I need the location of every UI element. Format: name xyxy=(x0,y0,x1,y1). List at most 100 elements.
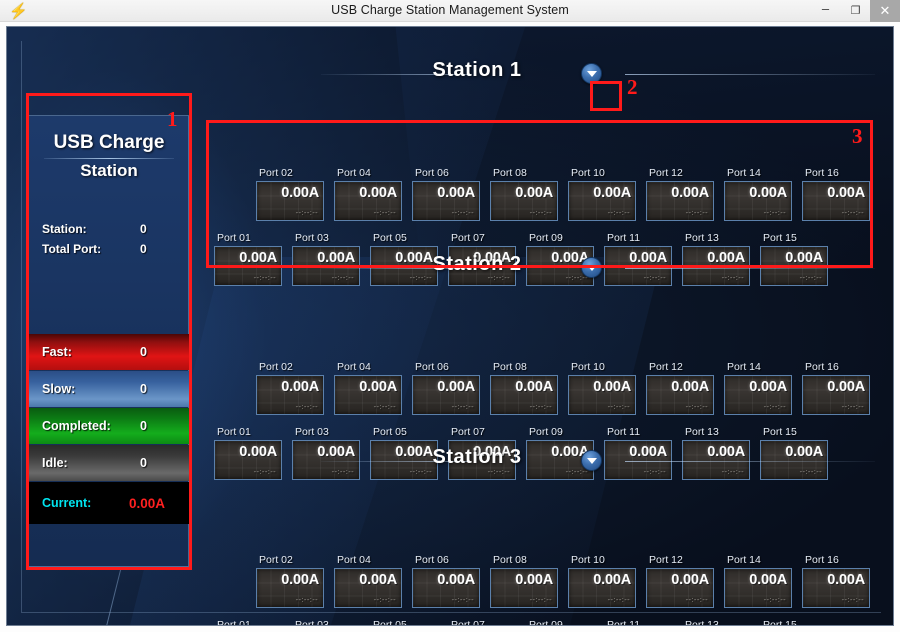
station-2-title: Station 2 xyxy=(432,253,522,275)
port-lcd-display[interactable]: 0.00A --:--:-- xyxy=(256,568,324,608)
port-lcd-display[interactable]: 0.00A --:--:-- xyxy=(412,375,480,415)
port-current-value: 0.00A xyxy=(593,572,631,588)
port-lcd-display[interactable]: 0.00A --:--:-- xyxy=(568,181,636,221)
port-label: Port 05 xyxy=(373,232,407,244)
port-label: Port 09 xyxy=(529,232,563,244)
port-label: Port 05 xyxy=(373,619,407,626)
port-current-value: 0.00A xyxy=(515,185,553,201)
port-lcd-display[interactable]: 0.00A --:--:-- xyxy=(724,568,792,608)
port-timer-value: --:--:-- xyxy=(529,402,552,411)
port-current-value: 0.00A xyxy=(671,572,709,588)
port-label: Port 15 xyxy=(763,619,797,626)
port-timer-value: --:--:-- xyxy=(451,208,474,217)
port-lcd-display[interactable]: 0.00A --:--:-- xyxy=(412,568,480,608)
status-slow-label: Slow: xyxy=(42,382,76,396)
app-canvas: USB Charge Station Station: 0 Total Port… xyxy=(6,26,894,626)
port-lcd-display[interactable]: 0.00A --:--:-- xyxy=(412,181,480,221)
port-current-value: 0.00A xyxy=(671,379,709,395)
port-timer-value: --:--:-- xyxy=(295,402,318,411)
port-current-value: 0.00A xyxy=(281,572,319,588)
station-1-title: Station 1 xyxy=(432,59,522,81)
port-current-value: 0.00A xyxy=(437,379,475,395)
port-label: Port 13 xyxy=(685,619,719,626)
port-timer-value: --:--:-- xyxy=(295,595,318,604)
port-lcd-display[interactable]: 0.00A --:--:-- xyxy=(256,181,324,221)
port-label: Port 11 xyxy=(607,232,641,244)
close-button[interactable]: ✕ xyxy=(870,0,900,22)
port-label: Port 14 xyxy=(727,361,761,373)
port-timer-value: --:--:-- xyxy=(763,208,786,217)
port-timer-value: --:--:-- xyxy=(841,402,864,411)
station-3: Station 3 Port 02 0.00A --:--:-- Port 04 0.00… xyxy=(7,446,893,625)
port-label: Port 01 xyxy=(217,232,251,244)
port-current-value: 0.00A xyxy=(749,379,787,395)
port-lcd-display[interactable]: 0.00A --:--:-- xyxy=(724,181,792,221)
port-label: Port 06 xyxy=(415,167,449,179)
port-lcd-display[interactable]: 0.00A --:--:-- xyxy=(256,375,324,415)
port-label: Port 16 xyxy=(805,554,839,566)
port-current-value: 0.00A xyxy=(437,185,475,201)
port-label: Port 08 xyxy=(493,361,527,373)
port-lcd-display[interactable]: 0.00A --:--:-- xyxy=(490,375,558,415)
station-3-chevron-down-icon[interactable] xyxy=(581,450,602,471)
station-3-header: Station 3 xyxy=(7,446,893,476)
maximize-button[interactable]: ❐ xyxy=(841,0,870,22)
port-label: Port 01 xyxy=(217,426,251,438)
station-header-rule-right xyxy=(625,268,875,269)
port-current-value: 0.00A xyxy=(827,185,865,201)
station-2-chevron-down-icon[interactable] xyxy=(581,257,602,278)
station-header-rule-right xyxy=(625,461,875,462)
status-row-fast: Fast: 0 xyxy=(29,334,189,370)
port-timer-value: --:--:-- xyxy=(607,595,630,604)
port-current-value: 0.00A xyxy=(437,572,475,588)
port-label: Port 12 xyxy=(649,361,683,373)
window-frame: USB Charge Station Station: 0 Total Port… xyxy=(0,22,900,632)
port-current-value: 0.00A xyxy=(359,572,397,588)
port-current-value: 0.00A xyxy=(359,185,397,201)
port-lcd-display[interactable]: 0.00A --:--:-- xyxy=(334,181,402,221)
port-lcd-display[interactable]: 0.00A --:--:-- xyxy=(568,375,636,415)
port-label: Port 08 xyxy=(493,554,527,566)
port-label: Port 10 xyxy=(571,554,605,566)
station-2-header: Station 2 xyxy=(7,253,893,283)
port-timer-value: --:--:-- xyxy=(295,208,318,217)
port-lcd-display[interactable]: 0.00A --:--:-- xyxy=(802,375,870,415)
port-lcd-display[interactable]: 0.00A --:--:-- xyxy=(490,181,558,221)
station-1-chevron-down-icon[interactable] xyxy=(581,63,602,84)
port-lcd-display[interactable]: 0.00A --:--:-- xyxy=(802,181,870,221)
port-lcd-display[interactable]: 0.00A --:--:-- xyxy=(334,568,402,608)
port-label: Port 02 xyxy=(259,361,293,373)
port-lcd-display[interactable]: 0.00A --:--:-- xyxy=(646,568,714,608)
port-timer-value: --:--:-- xyxy=(685,208,708,217)
port-label: Port 15 xyxy=(763,426,797,438)
port-lcd-display[interactable]: 0.00A --:--:-- xyxy=(490,568,558,608)
port-label: Port 13 xyxy=(685,426,719,438)
port-lcd-display[interactable]: 0.00A --:--:-- xyxy=(334,375,402,415)
port-timer-value: --:--:-- xyxy=(841,595,864,604)
port-label: Port 04 xyxy=(337,554,371,566)
port-label: Port 11 xyxy=(607,426,641,438)
port-timer-value: --:--:-- xyxy=(373,402,396,411)
port-label: Port 16 xyxy=(805,361,839,373)
minimize-button[interactable]: – xyxy=(811,0,840,22)
port-lcd-display[interactable]: 0.00A --:--:-- xyxy=(646,181,714,221)
port-lcd-display[interactable]: 0.00A --:--:-- xyxy=(802,568,870,608)
port-label: Port 04 xyxy=(337,167,371,179)
status-row-current: Current: 0.00A xyxy=(29,482,189,524)
port-current-value: 0.00A xyxy=(749,572,787,588)
port-current-value: 0.00A xyxy=(281,379,319,395)
port-lcd-display[interactable]: 0.00A --:--:-- xyxy=(724,375,792,415)
port-current-value: 0.00A xyxy=(593,379,631,395)
port-label: Port 13 xyxy=(685,232,719,244)
sidebar-title-line2: Station xyxy=(80,161,138,180)
port-timer-value: --:--:-- xyxy=(607,402,630,411)
port-timer-value: --:--:-- xyxy=(685,402,708,411)
port-label: Port 12 xyxy=(649,554,683,566)
port-lcd-display[interactable]: 0.00A --:--:-- xyxy=(646,375,714,415)
port-timer-value: --:--:-- xyxy=(451,402,474,411)
summary-sidebar: USB Charge Station Station: 0 Total Port… xyxy=(27,115,189,567)
port-timer-value: --:--:-- xyxy=(373,208,396,217)
port-timer-value: --:--:-- xyxy=(841,208,864,217)
port-label: Port 07 xyxy=(451,426,485,438)
port-lcd-display[interactable]: 0.00A --:--:-- xyxy=(568,568,636,608)
